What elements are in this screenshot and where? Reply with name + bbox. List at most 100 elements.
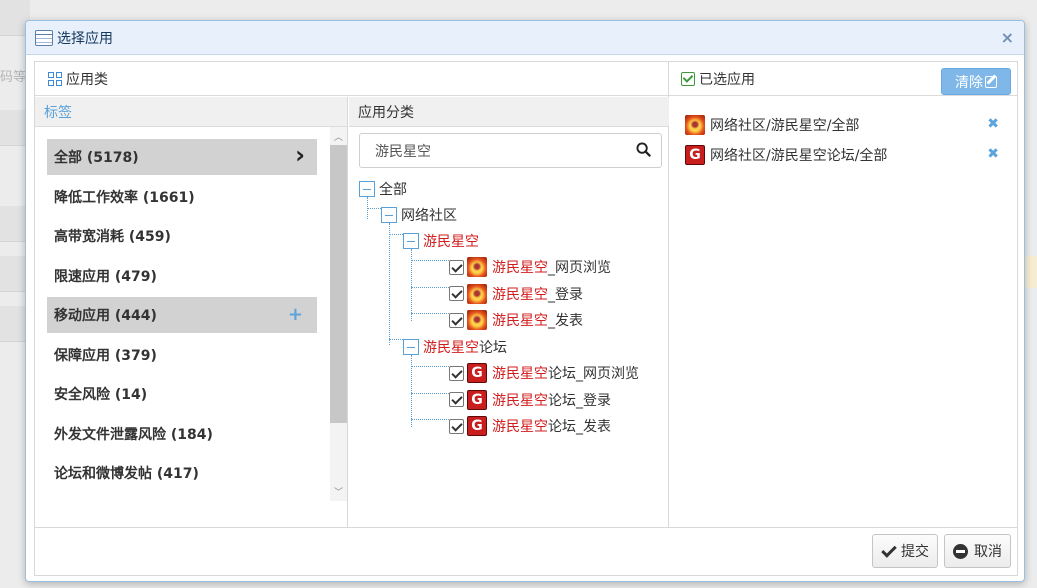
tag-label: 安全风险 (14) bbox=[54, 387, 148, 403]
checkbox-checked-icon[interactable] bbox=[449, 392, 464, 407]
selected-item-label: 网络社区/游民星空/全部 bbox=[710, 118, 860, 134]
tree-node-label: 全部 bbox=[379, 182, 407, 198]
edit-icon bbox=[985, 75, 997, 88]
minus-circle-icon bbox=[953, 543, 968, 559]
tag-item[interactable]: 降低工作效率 (1661) bbox=[47, 179, 317, 215]
cancel-label: 取消 bbox=[974, 544, 1002, 560]
checkbox-checked-icon[interactable] bbox=[449, 259, 464, 275]
cancel-button[interactable]: 取消 bbox=[944, 534, 1011, 568]
tags-header: 标签 bbox=[35, 97, 347, 127]
dialog-titlebar: 选择应用 × bbox=[26, 21, 1024, 55]
checkbox-checked-icon[interactable] bbox=[449, 365, 464, 381]
tree-leaf[interactable]: G 游民星空 论坛_登录 bbox=[449, 389, 611, 410]
scroll-down-icon[interactable]: ﹀ bbox=[334, 485, 343, 498]
dialog-footer: 提交 取消 bbox=[35, 527, 1017, 575]
gamersky-icon bbox=[467, 257, 487, 277]
tag-item[interactable]: 限速应用 (479) bbox=[47, 258, 317, 294]
tag-item[interactable]: 移动应用 (444) + bbox=[47, 297, 317, 333]
tag-label: 高带宽消耗 (459) bbox=[54, 229, 171, 245]
submit-button[interactable]: 提交 bbox=[872, 534, 938, 568]
search-value: 游民星空 bbox=[375, 143, 431, 160]
tree-leaf-label: _网页浏览 bbox=[548, 260, 611, 276]
collapse-icon[interactable] bbox=[381, 207, 397, 223]
scroll-up-icon[interactable]: ︿ bbox=[334, 130, 343, 143]
tag-item[interactable]: 外发文件泄露风险 (184) bbox=[47, 416, 317, 452]
tag-item[interactable]: 保障应用 (379) bbox=[47, 337, 317, 373]
selected-item-label: 网络社区/游民星空论坛/全部 bbox=[710, 148, 888, 164]
check-icon bbox=[881, 544, 895, 558]
tree-leaf-highlight: 游民星空 bbox=[492, 260, 548, 276]
checkbox-checked-icon[interactable] bbox=[449, 312, 464, 328]
tree-node-network-community[interactable]: 网络社区 bbox=[381, 205, 457, 225]
submit-label: 提交 bbox=[901, 544, 929, 560]
tree-node-highlight: 游民星空 bbox=[423, 340, 479, 356]
tree-leaf-label: _发表 bbox=[548, 313, 583, 329]
selected-list: 网络社区/游民星空/全部 ✖ G 网络社区/游民星空论坛/全部 ✖ bbox=[685, 110, 1005, 170]
app-class-panel: 应用类 标签 全部 (5178) › 降低工作效率 (1661) 高带宽消耗 (459… bbox=[35, 62, 669, 527]
tree-leaf[interactable]: G 游民星空 论坛_发表 bbox=[449, 416, 611, 436]
tag-label: 降低工作效率 (1661) bbox=[54, 189, 195, 206]
tree-node-label: 网络社区 bbox=[401, 208, 457, 224]
selected-item: G 网络社区/游民星空论坛/全部 ✖ bbox=[685, 140, 1005, 170]
tree-leaf-highlight: 游民星空 bbox=[492, 419, 548, 435]
tag-item[interactable]: 高带宽消耗 (459) bbox=[47, 218, 317, 254]
grid-icon bbox=[48, 71, 62, 86]
tag-label: 外发文件泄露风险 (184) bbox=[54, 426, 213, 443]
g-icon: G bbox=[467, 389, 487, 410]
tag-label: 保障应用 (379) bbox=[54, 347, 157, 364]
collapse-icon[interactable] bbox=[403, 233, 419, 249]
tag-label: 移动应用 (444) bbox=[54, 308, 157, 324]
category-column: 应用分类 游民星空 全部 网络社区 游民星空 游民星空 _网页浏览 游民星空 _… bbox=[349, 97, 669, 527]
tree-leaf[interactable]: 游民星空 _网页浏览 bbox=[449, 257, 611, 277]
tree-leaf-highlight: 游民星空 bbox=[492, 313, 548, 329]
tag-list: 全部 (5178) › 降低工作效率 (1661) 高带宽消耗 (459) 限速应用 (… bbox=[47, 139, 317, 495]
tag-label: 全部 (5178) bbox=[54, 150, 139, 166]
tree-leaf-highlight: 游民星空 bbox=[492, 366, 548, 382]
search-icon[interactable] bbox=[636, 142, 651, 157]
select-app-dialog: 选择应用 × 应用类 标签 全部 (5178) › 降低工作效率 (1661) 高带宽… bbox=[25, 20, 1025, 582]
tree-leaf[interactable]: 游民星空 _登录 bbox=[449, 283, 583, 304]
collapse-icon[interactable] bbox=[403, 339, 419, 355]
gamersky-icon bbox=[467, 310, 487, 330]
tree-node-root[interactable]: 全部 bbox=[359, 179, 407, 199]
scroll-thumb[interactable] bbox=[330, 145, 347, 423]
gamersky-icon bbox=[467, 283, 487, 304]
selected-apps-header: 已选应用 清除 bbox=[669, 62, 1017, 96]
tree-node-gamersky-forum[interactable]: 游民星空 论坛 bbox=[403, 337, 507, 357]
close-icon[interactable]: × bbox=[1001, 28, 1014, 47]
tree-leaf-highlight: 游民星空 bbox=[492, 286, 548, 303]
window-icon bbox=[35, 29, 53, 46]
remove-icon[interactable]: ✖ bbox=[987, 116, 999, 132]
selected-apps-title: 已选应用 bbox=[699, 71, 755, 88]
checkbox-checked-icon[interactable] bbox=[449, 418, 464, 434]
dialog-title: 选择应用 bbox=[57, 30, 113, 47]
tree-leaf-label: _登录 bbox=[548, 286, 583, 303]
tag-item[interactable]: 论坛和微博发帖 (417) bbox=[47, 455, 317, 491]
g-icon: G bbox=[467, 416, 487, 436]
selected-apps-panel: 已选应用 清除 网络社区/游民星空/全部 ✖ G 网络社区/游民星空论坛/全部 ✖ bbox=[669, 62, 1017, 527]
selected-item: 网络社区/游民星空/全部 ✖ bbox=[685, 110, 1005, 140]
category-header: 应用分类 bbox=[349, 97, 669, 127]
chevron-right-icon[interactable]: › bbox=[295, 141, 305, 169]
tag-item[interactable]: 全部 (5178) › bbox=[47, 139, 317, 175]
tree-leaf-highlight: 游民星空 bbox=[492, 392, 548, 409]
tags-scrollbar[interactable]: ︿ ﹀ bbox=[330, 127, 347, 501]
plus-icon[interactable]: + bbox=[288, 304, 303, 325]
clear-button-label: 清除 bbox=[955, 74, 983, 91]
g-icon: G bbox=[685, 145, 705, 165]
clear-button[interactable]: 清除 bbox=[941, 68, 1011, 95]
tree-leaf[interactable]: 游民星空 _发表 bbox=[449, 310, 583, 330]
category-search-input[interactable]: 游民星空 bbox=[359, 133, 662, 168]
dialog-body: 应用类 标签 全部 (5178) › 降低工作效率 (1661) 高带宽消耗 (459… bbox=[34, 61, 1018, 576]
collapse-icon[interactable] bbox=[359, 181, 375, 197]
tag-item[interactable]: 安全风险 (14) bbox=[47, 376, 317, 412]
tree-leaf[interactable]: G 游民星空 论坛_网页浏览 bbox=[449, 363, 639, 383]
tree-leaf-label: 论坛_登录 bbox=[548, 392, 611, 409]
app-class-header: 应用类 bbox=[35, 62, 668, 96]
checkbox-checked-icon[interactable] bbox=[449, 286, 464, 301]
check-square-icon bbox=[681, 71, 695, 86]
remove-icon[interactable]: ✖ bbox=[987, 146, 999, 162]
tree-node-label: 游民星空 bbox=[423, 234, 479, 250]
tree-node-gamersky[interactable]: 游民星空 bbox=[403, 231, 479, 251]
tree-leaf-label: 论坛_网页浏览 bbox=[548, 366, 639, 382]
